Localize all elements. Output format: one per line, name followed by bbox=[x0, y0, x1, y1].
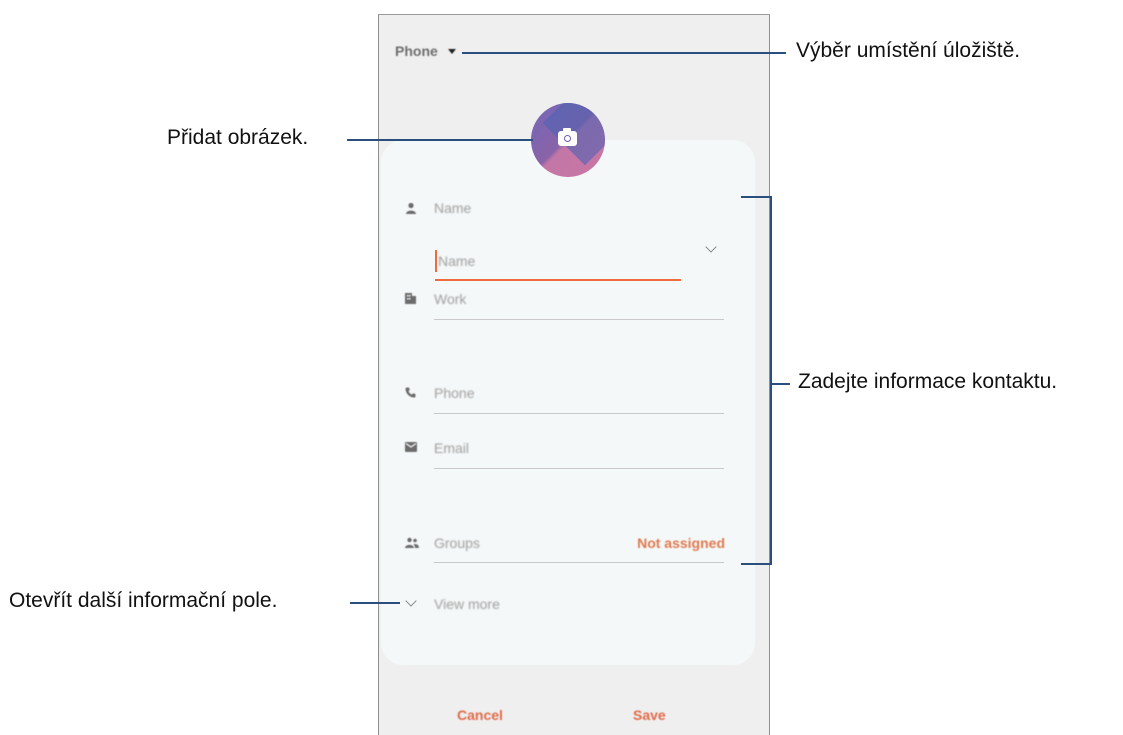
caret-down-icon bbox=[447, 48, 456, 54]
phone-label: Phone bbox=[434, 385, 475, 401]
phone-icon bbox=[405, 387, 417, 399]
callout-storage: Výběr umístění úložiště. bbox=[796, 39, 1021, 62]
building-icon bbox=[405, 293, 417, 305]
bracket-vertical bbox=[770, 196, 772, 565]
bracket-bottom bbox=[741, 563, 772, 565]
name-placeholder: Name bbox=[438, 253, 476, 269]
work-underline bbox=[434, 319, 724, 320]
email-icon bbox=[405, 442, 417, 454]
add-picture-button[interactable] bbox=[531, 103, 605, 177]
callout-line-storage bbox=[462, 52, 786, 54]
groups-underline bbox=[434, 562, 724, 563]
text-cursor bbox=[435, 250, 437, 272]
storage-selector[interactable]: Phone bbox=[395, 43, 456, 59]
work-label: Work bbox=[434, 291, 467, 307]
callout-line-more-fields bbox=[350, 602, 400, 604]
phone-underline bbox=[434, 413, 724, 414]
callout-contact-info: Zadejte informace kontaktu. bbox=[798, 370, 1058, 393]
view-more-label: View more bbox=[434, 596, 500, 612]
bracket-top bbox=[741, 196, 772, 198]
bracket-pointer bbox=[772, 383, 790, 385]
cancel-button[interactable]: Cancel bbox=[457, 707, 503, 723]
groups-icon bbox=[405, 537, 419, 549]
groups-value: Not assigned bbox=[637, 535, 725, 551]
storage-label: Phone bbox=[395, 43, 438, 59]
contact-form-card bbox=[381, 140, 755, 665]
groups-label: Groups bbox=[434, 535, 480, 551]
callout-line-picture bbox=[347, 139, 533, 141]
phone-screen: Phone Name Name Work Phone Email Groups … bbox=[378, 14, 770, 735]
save-button[interactable]: Save bbox=[633, 707, 666, 723]
camera-icon bbox=[558, 128, 577, 146]
name-underline bbox=[435, 279, 681, 281]
callout-more-fields: Otevřít další informační pole. bbox=[9, 589, 278, 612]
email-underline bbox=[434, 468, 724, 469]
email-label: Email bbox=[434, 440, 470, 456]
callout-picture: Přidat obrázek. bbox=[167, 126, 309, 149]
person-icon bbox=[405, 202, 417, 214]
name-label: Name bbox=[434, 200, 472, 216]
